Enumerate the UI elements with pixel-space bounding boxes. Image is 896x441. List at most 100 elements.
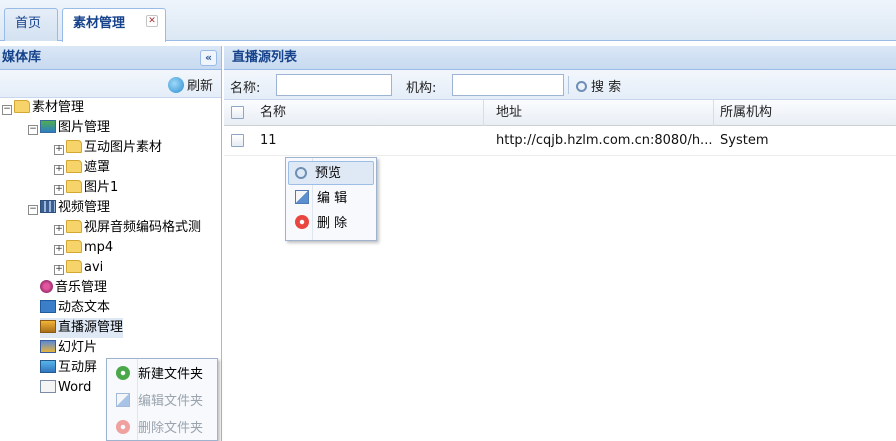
row-checkbox[interactable] [231,134,244,147]
tree-node[interactable]: 互动屏 [40,358,97,378]
tree-node[interactable]: Word [40,378,91,398]
name-search-input[interactable] [276,74,392,96]
tree-context-menu: 新建文件夹 编辑文件夹 删除文件夹 [106,358,218,441]
column-header-name[interactable]: 名称 [250,100,484,126]
tree-node[interactable]: + 图片1 [54,178,118,198]
search-button[interactable]: 搜 索 [576,76,621,95]
panel-title: 直播源列表 [232,50,298,65]
grid-header: 名称 地址 所属机构 [224,100,896,126]
tree-node-label: 素材管理 [32,100,85,115]
panel-title: 媒体库 [2,50,42,65]
menu-item-label: 预览 [315,166,342,181]
tree-node-label: 图片1 [84,180,119,195]
tree-node-label: mp4 [84,240,114,255]
tab-material-management[interactable]: 素材管理 ✕ [62,8,166,42]
video-icon [40,200,56,213]
folder-icon [66,160,82,173]
menu-item-preview[interactable]: 预览 [288,161,374,185]
media-library-header: 媒体库 « [0,46,221,70]
menu-item-new-folder[interactable]: 新建文件夹 [109,363,215,387]
folder-icon [66,240,82,253]
menu-item-edit-folder[interactable]: 编辑文件夹 [109,390,215,414]
tree-node-label: 互动图片素材 [84,140,163,155]
tree-node[interactable]: − 视频管理 [28,198,110,218]
tree-node[interactable]: + 视屏音频编码格式测 [54,218,201,238]
tree-node[interactable]: 音乐管理 [40,278,107,298]
expand-node-icon[interactable]: + [54,245,64,255]
expand-node-icon[interactable]: + [54,165,64,175]
refresh-icon [167,77,184,93]
collapse-node-icon[interactable]: − [2,105,12,115]
row-context-menu: 预览 编 辑 删 除 [285,157,377,241]
expand-node-icon[interactable]: + [54,265,64,275]
left-toolbar: 刷新 [0,70,221,98]
cell-address: http://cqjb.hzlm.com.cn:8080/h... [496,133,712,148]
tree-node-label: 幻灯片 [58,340,98,355]
expand-node-icon[interactable]: + [54,145,64,155]
tree-node-label: 直播源管理 [58,320,124,335]
tree-node[interactable]: + avi [54,258,103,278]
interactive-icon [40,360,56,373]
folder-icon [66,260,82,273]
folder-icon [14,100,30,113]
tree-node[interactable]: + mp4 [54,238,113,258]
tree-node-label: 视屏音频编码格式测 [84,220,202,235]
tab-material-management-label: 素材管理 [73,16,126,31]
collapse-node-icon[interactable]: − [28,125,38,135]
tree-node-selected[interactable]: 直播源管理 [40,318,124,338]
edit-icon [116,393,130,407]
close-icon[interactable]: ✕ [146,15,158,27]
text-icon [40,300,56,313]
tree-node[interactable]: + 遮罩 [54,158,110,178]
name-label: 名称: [230,81,261,96]
live-source-header: 直播源列表 [224,46,896,70]
column-header-org[interactable]: 所属机构 [714,100,896,126]
tree-node[interactable]: − 素材管理 [2,98,84,118]
collapse-node-icon[interactable]: − [28,205,38,215]
menu-item-delete-folder[interactable]: 删除文件夹 [109,417,215,441]
org-label: 机构: [406,81,437,96]
expand-node-icon[interactable]: + [54,185,64,195]
delete-icon [295,215,309,229]
tree-node-label: 视频管理 [58,200,111,215]
search-button-label: 搜 索 [591,80,622,95]
column-header-address[interactable]: 地址 [484,100,714,126]
table-row[interactable]: 11 http://cqjb.hzlm.com.cn:8080/h... Sys… [224,126,896,156]
tree-node[interactable]: 动态文本 [40,298,110,318]
tree-node-label: 音乐管理 [55,280,108,295]
tree-node-label: 互动屏 [58,360,98,375]
cell-name: 11 [260,133,277,148]
add-icon [116,366,130,380]
slide-icon [40,340,56,353]
menu-item-label: 编辑文件夹 [138,394,204,409]
tree-node-label: 动态文本 [58,300,111,315]
tree-node-label: 图片管理 [58,120,111,135]
tree-node[interactable]: + 互动图片素材 [54,138,162,158]
collapse-icon[interactable]: « [200,50,217,66]
live-source-panel: 直播源列表 名称: 机构: 搜 索 名称 地址 所属机构 11 http://c… [224,46,896,441]
tree-node[interactable]: 幻灯片 [40,338,97,358]
expand-node-icon[interactable]: + [54,225,64,235]
menu-item-delete[interactable]: 删 除 [288,212,374,236]
tree-node[interactable]: − 图片管理 [28,118,110,138]
refresh-label: 刷新 [186,79,213,94]
tree-node-label: avi [84,260,104,275]
select-all-checkbox[interactable] [231,106,244,119]
menu-item-label: 删 除 [317,216,348,231]
folder-icon [66,140,82,153]
tab-home[interactable]: 首页 [4,8,58,41]
folder-icon [66,180,82,193]
refresh-button[interactable]: 刷新 [167,75,213,94]
delete-icon [116,420,130,434]
edit-icon [295,190,309,204]
tab-home-label: 首页 [15,16,42,31]
org-search-input[interactable] [452,74,564,96]
search-icon [576,81,587,92]
word-icon [40,380,56,393]
menu-item-edit[interactable]: 编 辑 [288,187,374,211]
preview-icon [295,167,307,179]
folder-icon [66,220,82,233]
live-icon [40,320,56,333]
tree-node-label: 遮罩 [84,160,111,175]
tree-node-label: Word [58,380,92,395]
